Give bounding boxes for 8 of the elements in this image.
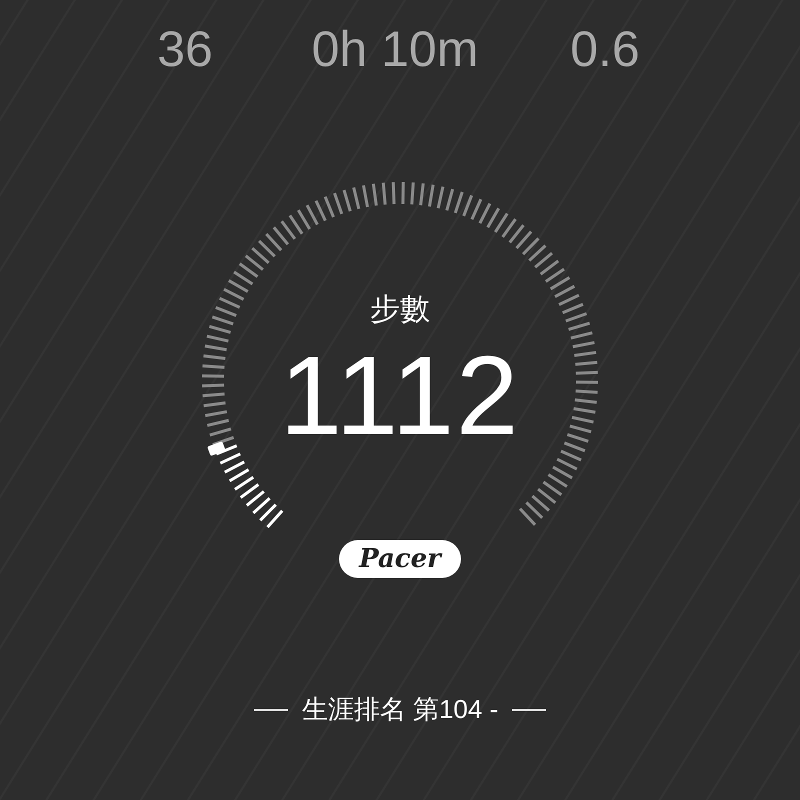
stat-value: 0h 10m xyxy=(312,20,478,78)
stat-value: 0.6 xyxy=(570,20,640,78)
gauge-marker xyxy=(207,441,226,456)
step-count: 1112 xyxy=(280,340,520,452)
logo: Pacer xyxy=(339,540,461,578)
rank-text: 生涯排名 第104 - xyxy=(302,693,498,726)
gauge-label: 步數 xyxy=(370,292,430,328)
stat-value: 36 xyxy=(157,20,213,78)
